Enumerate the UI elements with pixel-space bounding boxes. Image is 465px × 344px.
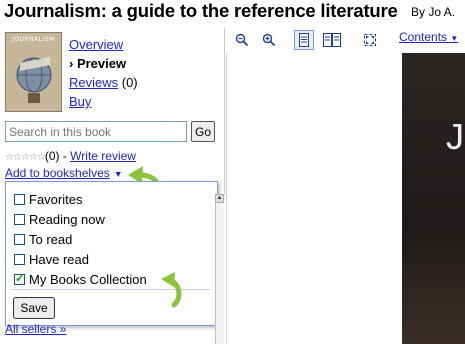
one-page-view-icon[interactable] [294,30,314,50]
shelf-label: Have read [29,251,89,267]
favorites-checkbox[interactable] [14,193,25,205]
annotation-arrow-icon [161,272,182,308]
book-viewer[interactable]: J [226,53,465,344]
sidebar-scrollbar[interactable] [215,194,225,344]
cover-title: JOURNALISM [12,36,55,43]
fullscreen-icon[interactable] [361,31,379,49]
add-to-bookshelves-dropdown[interactable]: Add to bookshelves ▼ [5,166,123,180]
rating-stars-icon[interactable]: ☆☆☆☆☆ [5,152,46,163]
page-scan-letter: J [446,116,464,157]
shelf-item-my-books-collection[interactable]: My Books Collection [14,271,147,287]
write-review-link[interactable]: Write review [70,149,136,163]
shelf-item-have-read[interactable]: Have read [14,251,89,267]
buy-link[interactable]: Buy [69,94,91,109]
shelf-label: Reading now [29,211,105,227]
go-button[interactable]: Go [191,121,215,142]
shelf-item-reading-now[interactable]: Reading now [14,211,105,227]
reviews-link[interactable]: Reviews [69,75,118,90]
scroll-up-icon[interactable]: ▲ [215,194,224,203]
book-nav: Overview › Preview Reviews (0) Buy [69,35,138,111]
my-books-collection-checkbox[interactable] [14,271,25,285]
overview-link[interactable]: Overview [69,37,123,52]
book-author: By Jo A. [411,5,456,19]
have-read-checkbox[interactable] [14,253,25,265]
viewer-toolbar: Contents ▼ [226,28,465,53]
save-button[interactable]: Save [13,297,55,319]
shelf-label: Favorites [29,191,83,207]
shelf-item-to-read[interactable]: To read [14,231,72,247]
shelf-label: To read [29,231,73,247]
reading-now-checkbox[interactable] [14,213,25,225]
to-read-checkbox[interactable] [14,233,25,245]
rating-row: ☆☆☆☆☆(0) - Write review [5,149,136,163]
reviews-count: (0) [121,75,138,90]
title-bar: Journalism: a guide to the reference lit… [0,0,465,24]
chevron-down-icon[interactable]: ▼ [450,34,458,43]
zoom-out-icon[interactable] [233,31,251,49]
add-to-bookshelves-link[interactable]: Add to bookshelves [5,166,110,180]
all-sellers-row: All sellers » [5,322,66,336]
contents-label[interactable]: Contents [399,30,447,44]
rating-count: (0) - [44,149,71,163]
all-sellers-link[interactable]: All sellers » [5,322,66,336]
contents-dropdown[interactable]: Contents ▼ [399,30,458,44]
shelf-item-favorites[interactable]: Favorites [14,191,82,207]
page-scan-image[interactable]: J [402,53,465,344]
book-cover-image[interactable]: JOURNALISM [5,32,62,112]
shelf-label: My Books Collection [29,271,147,287]
globe-illustration [16,57,52,103]
zoom-in-icon[interactable] [260,31,278,49]
two-page-view-icon[interactable] [323,31,341,49]
preview-current: › Preview [69,56,127,71]
search-in-book-input[interactable] [5,121,187,142]
book-title: Journalism: a guide to the reference lit… [4,0,398,21]
